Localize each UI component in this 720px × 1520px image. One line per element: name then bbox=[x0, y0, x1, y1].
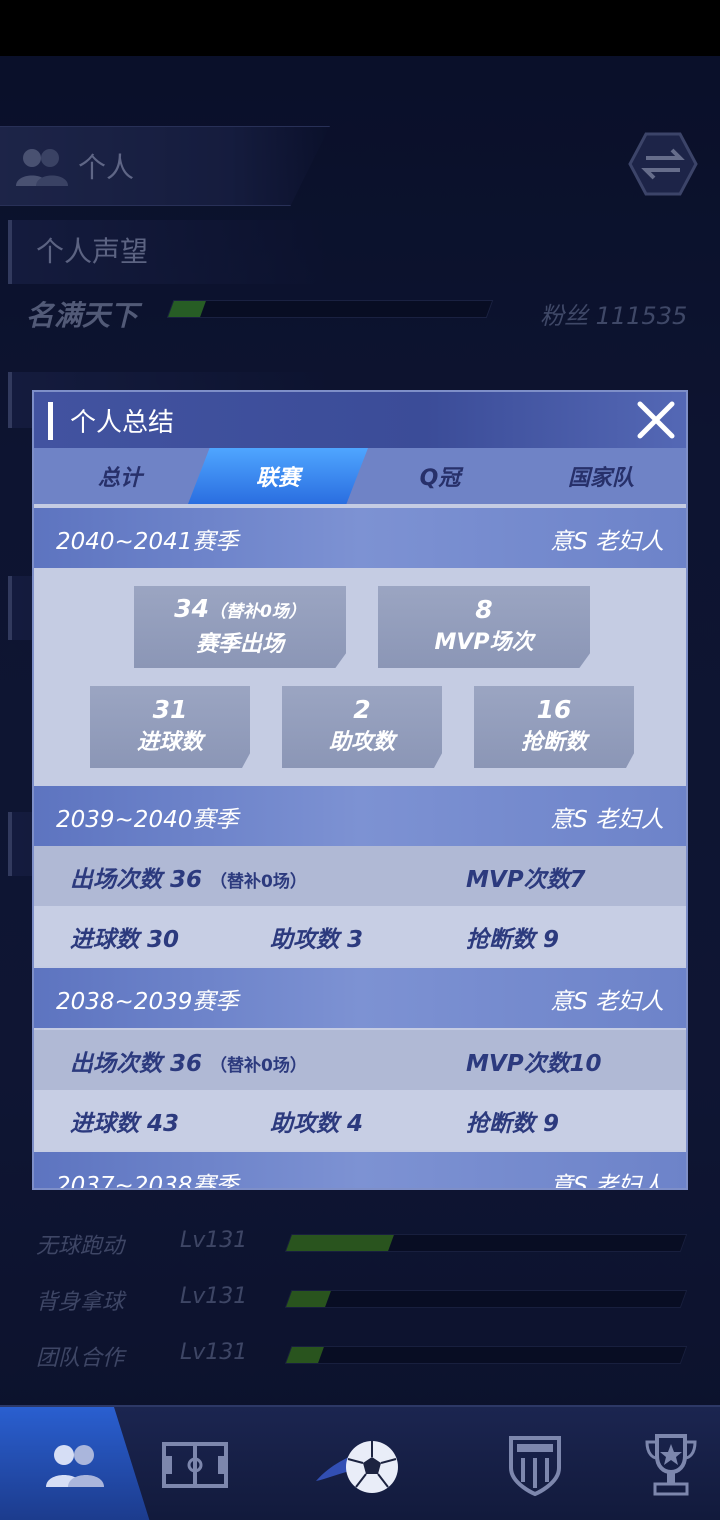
close-icon[interactable] bbox=[634, 398, 678, 442]
stat-assists-value: 2 bbox=[353, 695, 371, 724]
stat-assists: 2 助攻数 bbox=[282, 686, 442, 768]
stat-steals: 16 抢断数 bbox=[474, 686, 634, 768]
season-stats-row: 出场次数 36 （替补0场） MVP次数10 bbox=[34, 1030, 686, 1090]
appearances-count: 34 bbox=[174, 593, 209, 623]
football-icon bbox=[316, 1440, 398, 1493]
club-badge-icon bbox=[509, 1435, 561, 1496]
personal-summary-dialog: 个人总结 总计 联赛 Q冠 国家队 2040~2041赛季 意S 老妇人 34（… bbox=[32, 390, 688, 1190]
pitch-icon bbox=[162, 1441, 228, 1488]
season-stats-row: 出场次数 36 （替补0场） MVP次数7 bbox=[34, 846, 686, 906]
steals-cell: 抢断数 9 bbox=[466, 1111, 560, 1137]
appearances-text: 出场次数 36 bbox=[70, 867, 203, 893]
appearances-cell: 出场次数 36 （替补0场） bbox=[70, 1044, 307, 1078]
nav-club[interactable] bbox=[490, 1407, 580, 1520]
stat-steals-label: 抢断数 bbox=[520, 730, 587, 755]
stat-goals-value: 31 bbox=[152, 695, 188, 724]
stat-appearances-value: 34（替补0场） bbox=[174, 593, 306, 628]
goals-cell: 进球数 30 bbox=[70, 927, 180, 953]
season-team: 意S 老妇人 bbox=[550, 989, 664, 1015]
tab-q-cup[interactable]: Q冠 bbox=[352, 448, 528, 504]
dialog-title-bar: 个人总结 bbox=[34, 392, 686, 448]
season-title: 2037~2038赛季 bbox=[56, 1173, 239, 1190]
tab-league[interactable]: 联赛 bbox=[188, 448, 368, 504]
mvp-cell: MVP次数7 bbox=[466, 867, 586, 893]
status-bar bbox=[0, 0, 720, 56]
nav-trophy[interactable] bbox=[626, 1407, 716, 1520]
stat-mvp-label: MVP场次 bbox=[434, 630, 534, 655]
tab-national-team[interactable]: 国家队 bbox=[516, 448, 686, 504]
tab-total[interactable]: 总计 bbox=[34, 448, 206, 504]
stat-appearances-label: 赛季出场 bbox=[195, 631, 284, 657]
appearances-text: 出场次数 36 bbox=[70, 1051, 203, 1077]
nav-tactics[interactable] bbox=[150, 1407, 240, 1520]
season-header: 2037~2038赛季 意S 老妇人 bbox=[34, 1152, 686, 1190]
season-title: 2038~2039赛季 bbox=[56, 989, 239, 1015]
season-title: 2040~2041赛季 bbox=[56, 529, 239, 555]
season-stats-row: 进球数 30 助攻数 3 抢断数 9 bbox=[34, 906, 686, 966]
season-team: 意S 老妇人 bbox=[550, 1173, 664, 1190]
mvp-cell: MVP次数10 bbox=[466, 1051, 602, 1077]
dialog-title: 个人总结 bbox=[70, 408, 175, 438]
season-team: 意S 老妇人 bbox=[550, 807, 664, 833]
goals-cell: 进球数 43 bbox=[70, 1111, 180, 1137]
title-accent-bar bbox=[48, 402, 53, 440]
assists-cell: 助攻数 4 bbox=[270, 1111, 364, 1137]
players-icon bbox=[46, 1444, 104, 1487]
tab-bar: 总计 联赛 Q冠 国家队 bbox=[34, 448, 686, 504]
season-header: 2039~2040赛季 意S 老妇人 bbox=[34, 786, 686, 846]
substitute-note: （替补0场） bbox=[210, 872, 307, 892]
stat-goals-label: 进球数 bbox=[136, 730, 203, 755]
season-header: 2038~2039赛季 意S 老妇人 bbox=[34, 968, 686, 1028]
stat-mvp-value: 8 bbox=[475, 595, 493, 624]
appearances-cell: 出场次数 36 （替补0场） bbox=[70, 860, 307, 894]
season-title: 2039~2040赛季 bbox=[56, 807, 239, 833]
trophy-icon bbox=[645, 1433, 697, 1495]
season-team: 意S 老妇人 bbox=[550, 529, 664, 555]
stat-steals-value: 16 bbox=[536, 695, 572, 724]
season-header: 2040~2041赛季 意S 老妇人 bbox=[34, 508, 686, 568]
stat-goals: 31 进球数 bbox=[90, 686, 250, 768]
nav-match[interactable] bbox=[300, 1407, 420, 1520]
steals-cell: 抢断数 9 bbox=[466, 927, 560, 953]
nav-players[interactable] bbox=[0, 1407, 150, 1520]
stat-appearances: 34（替补0场） 赛季出场 bbox=[134, 586, 346, 668]
assists-cell: 助攻数 3 bbox=[270, 927, 364, 953]
bottom-navigation bbox=[0, 1405, 720, 1520]
season-stats-row: 进球数 43 助攻数 4 抢断数 9 bbox=[34, 1090, 686, 1150]
substitute-note: （替补0场） bbox=[208, 601, 306, 622]
stat-assists-label: 助攻数 bbox=[328, 730, 395, 755]
substitute-note: （替补0场） bbox=[210, 1056, 307, 1076]
stat-mvp: 8 MVP场次 bbox=[378, 586, 590, 668]
